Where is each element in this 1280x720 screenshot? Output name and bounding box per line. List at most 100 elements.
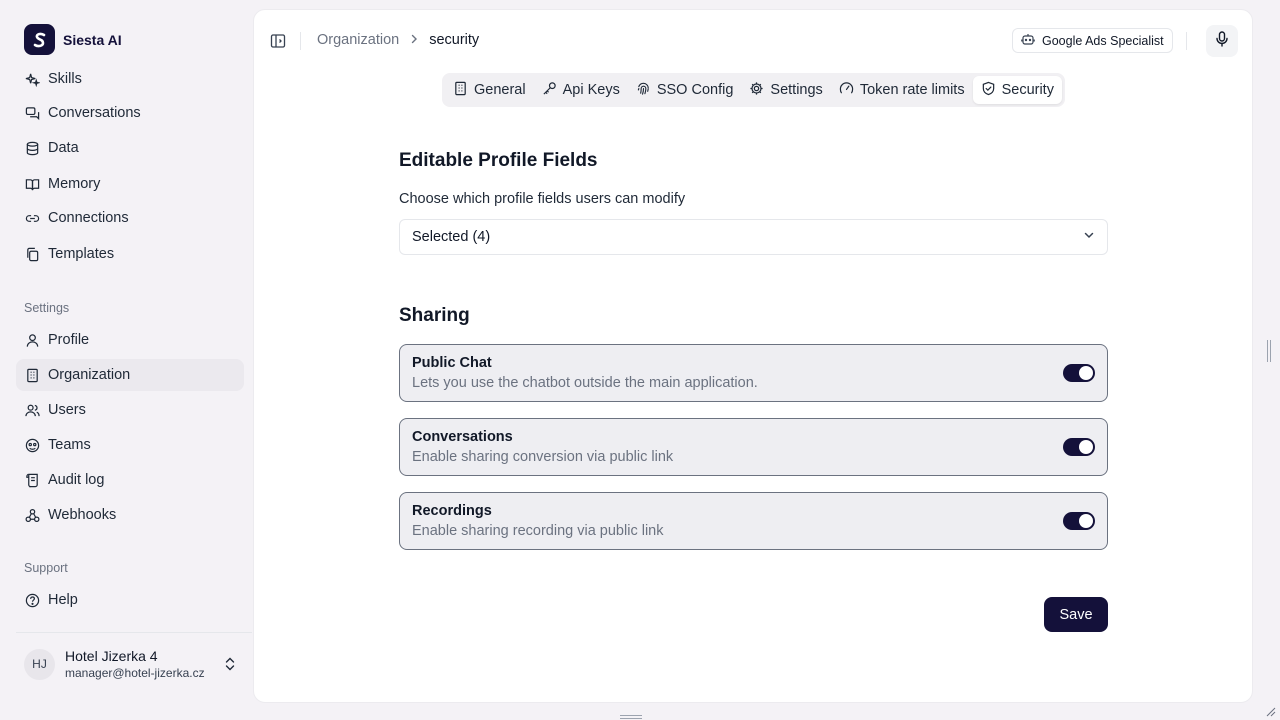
tab-sso-config[interactable]: SSO Config: [628, 76, 742, 104]
sidebar-item-label: Help: [48, 592, 78, 608]
tab-security[interactable]: Security: [972, 76, 1062, 104]
sidebar-item-users[interactable]: Users: [16, 394, 244, 426]
agent-selector[interactable]: Google Ads Specialist: [1012, 28, 1173, 53]
user-menu[interactable]: HJ Hotel Jizerka 4 manager@hotel-jizerka…: [24, 646, 244, 682]
siesta-logo-icon: [24, 24, 55, 55]
profile-fields-description: Choose which profile fields users can mo…: [399, 191, 686, 207]
sidebar-item-label: Audit log: [48, 472, 105, 488]
select-value: Selected (4): [412, 229, 491, 245]
agent-name: Google Ads Specialist: [1042, 33, 1164, 48]
sidebar-item-label: Connections: [48, 210, 129, 226]
user-icon: [24, 332, 40, 348]
breadcrumb: Organization security: [317, 32, 479, 48]
breadcrumb-organization[interactable]: Organization: [317, 32, 399, 48]
sidebar-item-profile[interactable]: Profile: [16, 324, 244, 356]
sidebar-item-label: Memory: [48, 176, 101, 192]
gauge-icon: [839, 81, 854, 100]
tab-label: SSO Config: [656, 82, 734, 98]
bot-icon: [1021, 32, 1035, 49]
sidebar-item-label: Teams: [48, 437, 91, 453]
sidebar-item-conversations[interactable]: Conversations: [16, 97, 244, 129]
sidebar-item-label: Organization: [48, 367, 131, 383]
support-section-label: Support: [24, 561, 68, 575]
sidebar-item-audit-log[interactable]: Audit log: [16, 464, 244, 496]
sharing-item-description: Enable sharing conversion via public lin…: [412, 449, 674, 465]
sidebar-item-teams[interactable]: Teams: [16, 429, 244, 461]
user-name: Hotel Jizerka 4: [65, 648, 158, 664]
microphone-icon: [1215, 30, 1229, 52]
sidebar-divider: [16, 632, 252, 633]
sidebar-item-memory[interactable]: Memory: [16, 168, 244, 200]
sharing-item-public-chat: Public Chat Lets you use the chatbot out…: [399, 344, 1108, 402]
user-info: Hotel Jizerka 4 manager@hotel-jizerka.cz: [65, 648, 205, 680]
sidebar-item-label: Templates: [48, 246, 115, 262]
sharing-item-recordings: Recordings Enable sharing recording via …: [399, 492, 1108, 550]
user-email: manager@hotel-jizerka.cz: [65, 666, 205, 680]
microphone-button[interactable]: [1206, 25, 1238, 57]
brand[interactable]: Siesta AI: [24, 24, 122, 55]
webhook-icon: [24, 507, 40, 523]
settings-tabs: General Api Keys SSO Config Settings Tok…: [442, 73, 1065, 107]
breadcrumb-current: security: [429, 32, 480, 48]
tab-api-keys[interactable]: Api Keys: [534, 76, 628, 104]
sharing-item-title: Conversations: [412, 429, 513, 445]
copy-icon: [24, 246, 40, 262]
resize-handle[interactable]: [620, 708, 642, 719]
sidebar-item-data[interactable]: Data: [16, 132, 244, 164]
teams-icon: [24, 437, 40, 453]
chevron-right-icon: [409, 32, 419, 48]
tab-label: Token rate limits: [859, 82, 965, 98]
header: Organization security Google Ads Special…: [254, 10, 1254, 72]
sidebar-item-help[interactable]: Help: [16, 584, 244, 616]
help-circle-icon: [24, 592, 40, 608]
public-chat-toggle[interactable]: [1063, 364, 1095, 382]
sidebar-item-webhooks[interactable]: Webhooks: [16, 499, 244, 531]
sidebar: Siesta AI Skills Conversations Data Memo…: [0, 0, 252, 720]
tab-label: Api Keys: [562, 82, 620, 98]
profile-fields-title: Editable Profile Fields: [399, 150, 598, 171]
toggle-knob: [1079, 514, 1093, 528]
toggle-knob: [1079, 440, 1093, 454]
tab-token-rate-limits[interactable]: Token rate limits: [831, 76, 973, 104]
chevron-down-icon: [1083, 229, 1095, 245]
conversations-toggle[interactable]: [1063, 438, 1095, 456]
save-button[interactable]: Save: [1044, 597, 1108, 632]
header-divider: [300, 32, 301, 50]
tab-general[interactable]: General: [445, 76, 534, 104]
resize-corner-icon[interactable]: [1264, 704, 1276, 717]
sharing-item-title: Recordings: [412, 503, 492, 519]
gear-icon: [749, 81, 764, 100]
scroll-handle[interactable]: [1266, 340, 1272, 362]
tab-settings[interactable]: Settings: [741, 76, 830, 104]
sidebar-item-templates[interactable]: Templates: [16, 238, 244, 270]
sidebar-item-label: Profile: [48, 332, 90, 348]
sharing-item-description: Lets you use the chatbot outside the mai…: [412, 375, 758, 391]
fingerprint-icon: [636, 81, 651, 100]
sidebar-item-skills[interactable]: Skills: [16, 63, 244, 95]
header-divider: [1186, 32, 1187, 50]
sidebar-item-connections[interactable]: Connections: [16, 202, 244, 234]
scroll-icon: [24, 472, 40, 488]
panel-toggle-icon[interactable]: [270, 33, 286, 49]
tab-label: General: [474, 82, 526, 98]
shield-check-icon: [981, 81, 996, 100]
sharing-title: Sharing: [399, 305, 470, 326]
building-icon: [453, 81, 468, 100]
database-icon: [24, 140, 40, 156]
sharing-item-description: Enable sharing recording via public link: [412, 523, 664, 539]
recordings-toggle[interactable]: [1063, 512, 1095, 530]
users-icon: [24, 402, 40, 418]
sidebar-item-organization[interactable]: Organization: [16, 359, 244, 391]
settings-section-label: Settings: [24, 301, 70, 315]
tab-label: Settings: [770, 82, 823, 98]
link-icon: [24, 210, 40, 226]
book-open-icon: [24, 176, 40, 192]
avatar: HJ: [24, 648, 55, 680]
chevrons-up-down-icon: [224, 656, 236, 677]
key-icon: [542, 81, 557, 100]
sidebar-item-label: Conversations: [48, 105, 141, 121]
sidebar-item-label: Data: [48, 140, 79, 156]
profile-fields-select[interactable]: Selected (4): [399, 219, 1108, 255]
app-name: Siesta AI: [63, 31, 122, 48]
sharing-item-title: Public Chat: [412, 355, 492, 371]
